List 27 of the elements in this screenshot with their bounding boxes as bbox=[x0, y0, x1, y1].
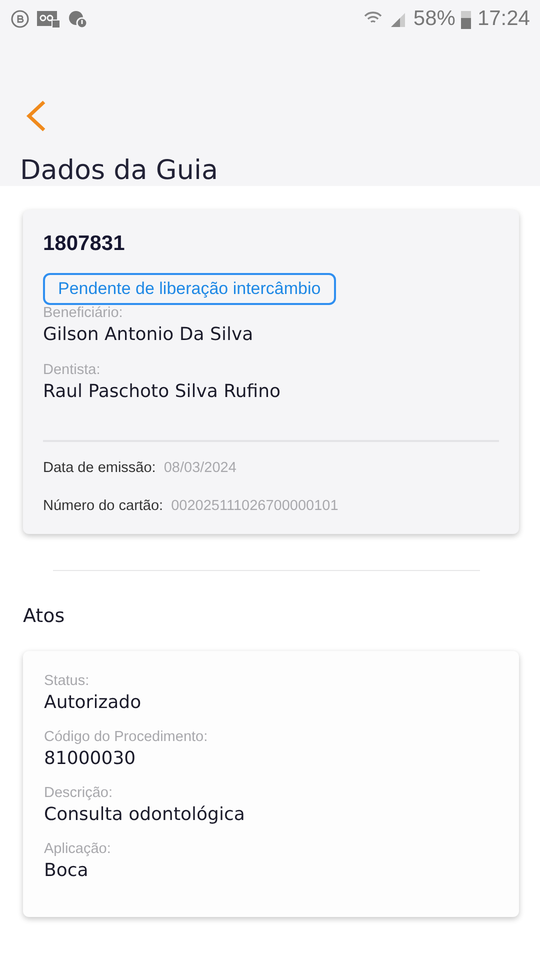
detail-label: Data de emissão: bbox=[43, 460, 156, 476]
field-value: Boca bbox=[44, 860, 90, 881]
detail-value: 002025111026700000101 bbox=[171, 498, 338, 514]
chat-icon bbox=[10, 8, 30, 28]
field-label: Dentista: bbox=[43, 362, 102, 378]
field-value: Consulta odontológica bbox=[44, 804, 246, 825]
detail-label: Número do cartão: bbox=[43, 498, 164, 514]
battery-icon bbox=[461, 8, 472, 28]
field-label: Código do Procedimento: bbox=[44, 729, 209, 745]
battery-percentage: 58% bbox=[413, 6, 456, 30]
field-value: Raul Paschoto Silva Rufino bbox=[43, 381, 282, 402]
field-value: Autorizado bbox=[44, 692, 142, 713]
section-title: Atos bbox=[23, 605, 66, 627]
detail-value: 08/03/2024 bbox=[164, 460, 236, 476]
field-value: 81000030 bbox=[44, 748, 137, 769]
guide-number: 1807831 bbox=[43, 232, 126, 256]
field-label: Aplicação: bbox=[44, 841, 112, 857]
disc-alert-icon bbox=[68, 8, 88, 28]
voicemail-icon bbox=[36, 8, 62, 28]
field-value: Gilson Antonio Da Silva bbox=[43, 324, 254, 345]
status-badge: Pendente de liberação intercâmbio bbox=[43, 273, 336, 305]
back-button[interactable] bbox=[24, 99, 48, 133]
field-label: Beneficiário: bbox=[43, 305, 124, 321]
clock-time: 17:24 bbox=[477, 6, 530, 30]
field-label: Status: bbox=[44, 673, 90, 689]
page-title: Dados da Guia bbox=[20, 155, 219, 186]
field-label: Descrição: bbox=[44, 785, 114, 801]
